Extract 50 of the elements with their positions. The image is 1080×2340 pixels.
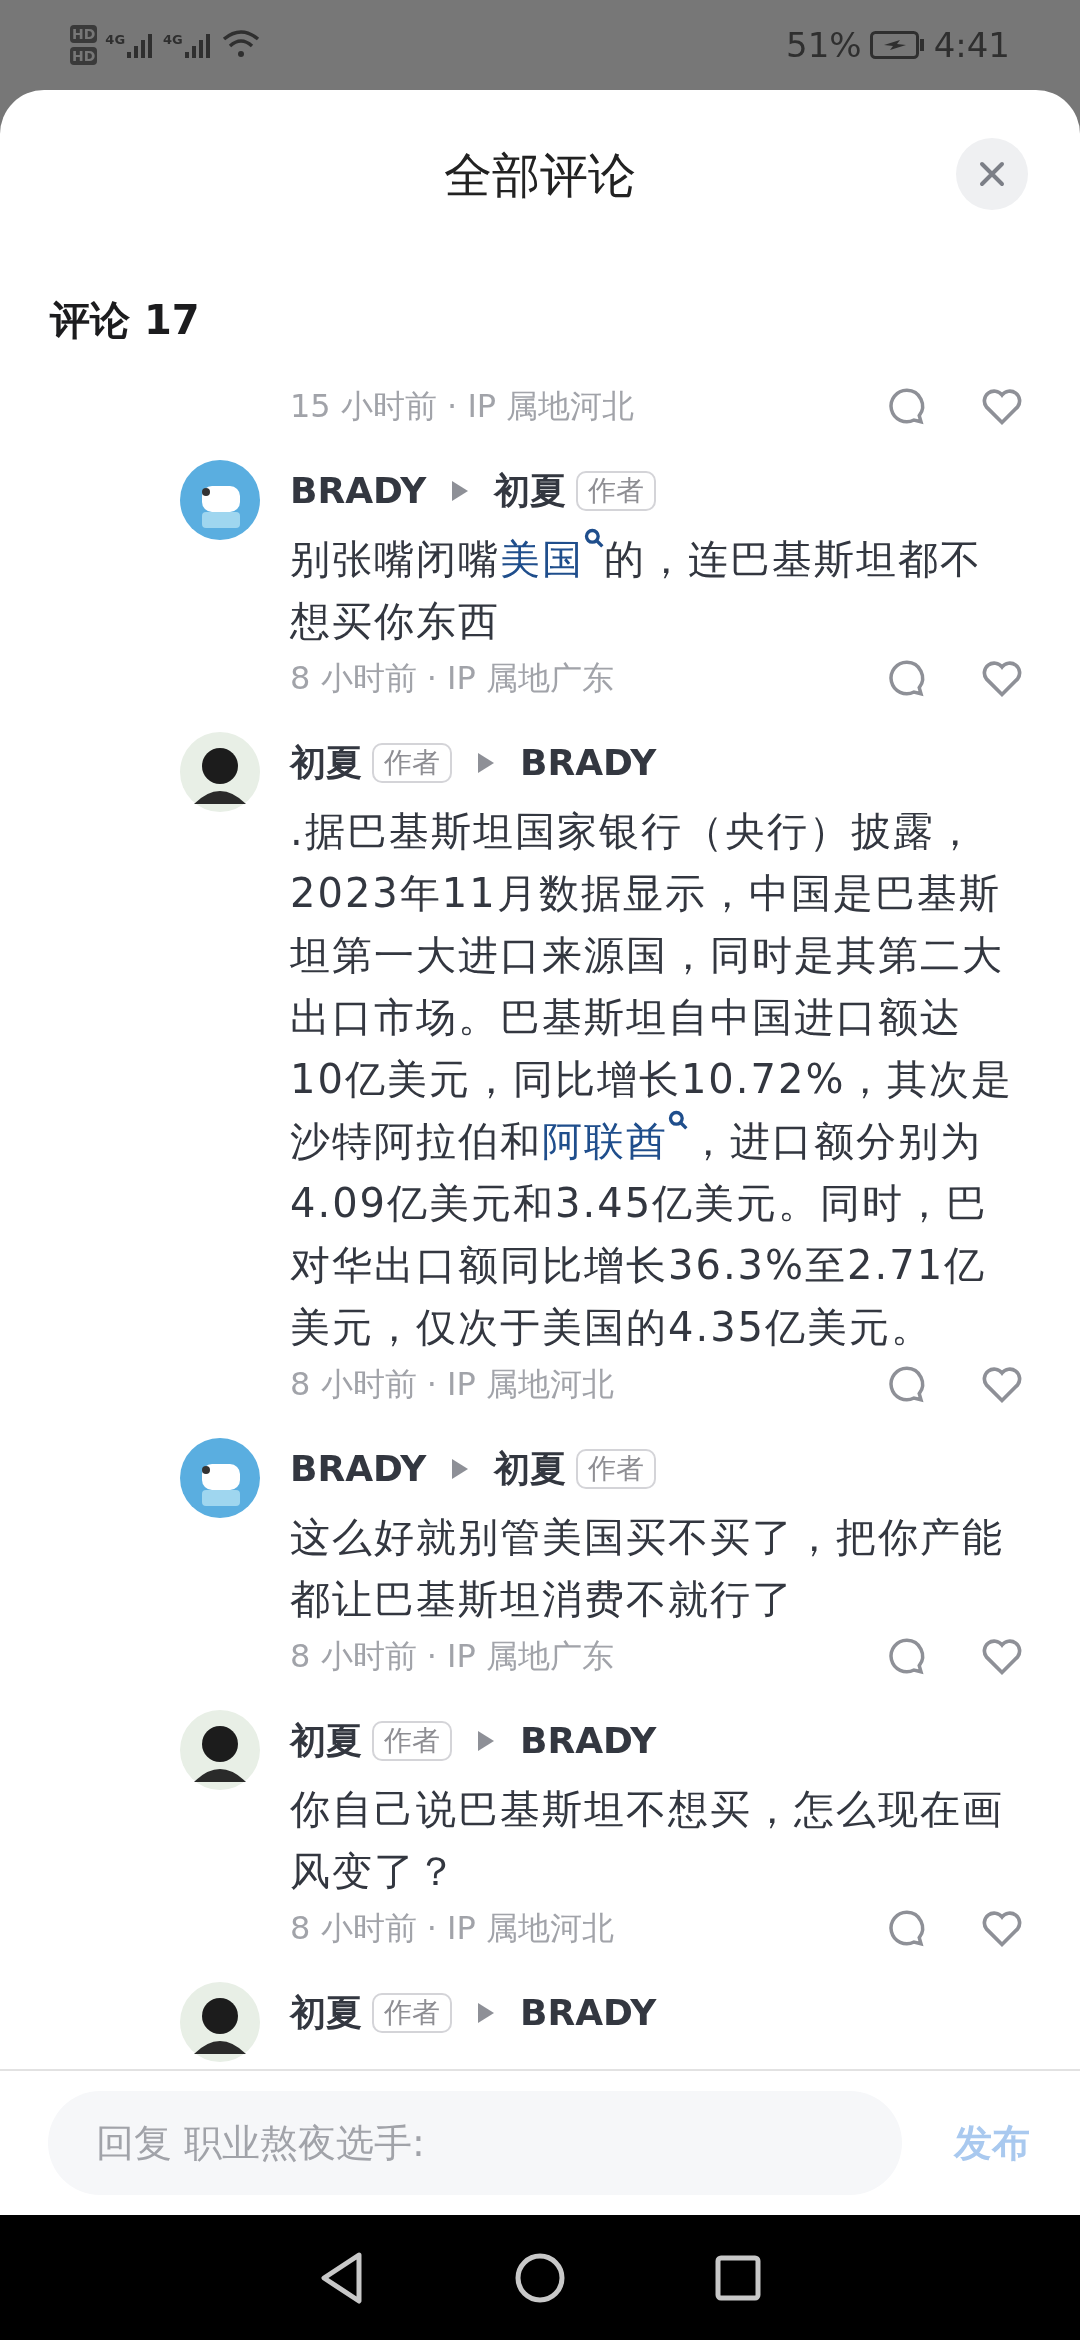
network-label: 4G xyxy=(163,31,183,49)
close-icon xyxy=(979,161,1005,187)
reply-to-name[interactable]: BRADY xyxy=(520,736,657,790)
comment-meta: 8 小时前 · IP 属地广东 xyxy=(290,1636,615,1677)
reply-to-name[interactable]: 初夏 xyxy=(494,1442,567,1496)
author-name[interactable]: 初夏 xyxy=(290,1714,362,1768)
reply-arrow-icon xyxy=(478,1731,494,1751)
comment-meta: 8 小时前 · IP 属地河北 xyxy=(290,1364,615,1405)
author-tag: 作者 xyxy=(372,1721,452,1761)
author-name[interactable]: BRADY xyxy=(290,464,427,518)
reply-to-name[interactable]: BRADY xyxy=(520,1986,657,2040)
battery-icon xyxy=(869,30,926,60)
hd-icon: HD xyxy=(70,47,98,65)
battery-percent: 51% xyxy=(786,23,862,67)
comment-text: 你自己说巴基斯坦不想买，怎么现在画风变了？ xyxy=(290,1785,1005,1896)
comment-meta: 15 小时前 · IP 属地河北 xyxy=(290,386,636,427)
sheet-title: 全部评论 xyxy=(444,146,636,205)
avatar[interactable] xyxy=(180,1710,260,1790)
back-icon[interactable] xyxy=(319,2250,365,2305)
reply-arrow-icon xyxy=(452,481,469,501)
search-icon xyxy=(584,528,604,548)
avatar[interactable] xyxy=(180,732,260,812)
clock: 4:41 xyxy=(933,23,1010,67)
home-icon[interactable] xyxy=(515,2252,565,2303)
reply-arrow-icon xyxy=(452,1459,469,1479)
network-label: 4G xyxy=(105,31,126,49)
author-name[interactable]: 初夏 xyxy=(290,1986,362,2040)
reply-arrow-icon xyxy=(478,2003,494,2023)
reply-to-name[interactable]: BRADY xyxy=(520,1714,657,1768)
comment-text: .据巴基斯坦国家银行（央行）披露，2023年11月数据显示，中国是巴基斯坦第一大进口来源国，同时是其第二大出口市场。巴基斯坦自中国进口额达10亿美元，同比增长10.72%，其次是沙特阿拉伯和阿联酋 ，进口额分别为4.09亿美元和3.45亿美元。同时，巴对华出口额同比增长36.3%至2.71亿美元，仅次于美国的4.35亿美元。 xyxy=(290,807,1015,1352)
reply-input[interactable]: 回复 职业熬夜选手: xyxy=(48,2091,902,2195)
comment-meta: 8 小时前 · IP 属地广东 xyxy=(290,658,615,699)
keyword-link[interactable]: 阿联酋 xyxy=(542,1110,688,1172)
author-tag: 作者 xyxy=(372,743,452,783)
author-tag: 作者 xyxy=(372,1993,452,2033)
reply-arrow-icon xyxy=(478,753,494,773)
recents-icon[interactable] xyxy=(715,2254,761,2301)
comment-count: 评论 17 xyxy=(50,296,200,345)
hd-icon: HD xyxy=(70,25,98,43)
author-tag: 作者 xyxy=(576,1449,657,1489)
avatar[interactable] xyxy=(180,1982,260,2062)
reply-to-name[interactable]: 初夏 xyxy=(494,464,567,518)
keyword-link[interactable]: 美国 xyxy=(500,528,604,590)
comment-text: 这么好就别管美国买不买了，把你产能都让巴基斯坦消费不就行了 xyxy=(290,1513,1005,1624)
search-icon xyxy=(668,1110,688,1130)
author-name[interactable]: 初夏 xyxy=(290,736,362,790)
comment-meta: 8 小时前 · IP 属地河北 xyxy=(290,1908,615,1949)
author-name[interactable]: BRADY xyxy=(290,1442,427,1496)
author-tag: 作者 xyxy=(576,471,657,511)
comment-text: 别张嘴闭嘴美国 的，连巴基斯坦都不想买你东西 xyxy=(290,528,1015,652)
